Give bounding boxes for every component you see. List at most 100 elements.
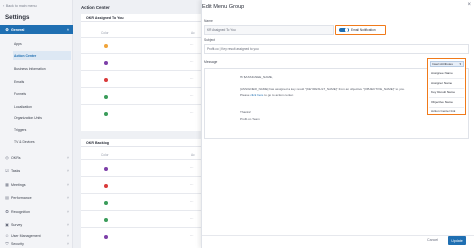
subject-label: Subject xyxy=(204,38,215,42)
sidebar-subitem-organization-units[interactable]: Organization Units xyxy=(13,113,71,122)
row-divider xyxy=(81,70,201,71)
message-greeting: Hi $ASSIGNEE_NAME, xyxy=(240,75,273,79)
row-action-icon[interactable]: ⋯ xyxy=(190,217,193,221)
row-action-icon[interactable]: ⋯ xyxy=(190,166,193,170)
email-notification-toggle[interactable]: Email Notification xyxy=(335,25,386,35)
column-header-action: Ac xyxy=(191,31,195,35)
subitem-label: Action Center xyxy=(14,53,37,58)
page-title: Action Center xyxy=(81,5,110,10)
row-action-icon[interactable]: ⋯ xyxy=(190,94,193,98)
color-swatch[interactable] xyxy=(104,61,108,65)
row-divider xyxy=(81,210,201,211)
row-divider xyxy=(81,87,201,88)
subitem-label: Funnels xyxy=(14,91,27,96)
column-header-color: Color xyxy=(101,153,109,157)
row-action-icon[interactable]: ⋯ xyxy=(190,60,193,64)
sidebar-item-recognition[interactable]: ✪ Recognition ˅ xyxy=(0,207,73,216)
sidebar-item-label: Recognition xyxy=(11,209,30,214)
footer-divider xyxy=(202,235,474,236)
insert-attributes-label: Insert Attributes xyxy=(432,61,453,66)
row-divider xyxy=(81,176,201,177)
row-divider xyxy=(81,53,201,54)
sidebar-item-meetings[interactable]: ▦ Meetings ˅ xyxy=(0,180,73,189)
attribute-option-assigner-name[interactable]: Assigner Name xyxy=(431,81,452,85)
color-swatch[interactable] xyxy=(104,78,108,82)
color-swatch[interactable] xyxy=(104,44,108,48)
name-input[interactable]: KR Assigned To You xyxy=(204,25,334,35)
color-swatch[interactable] xyxy=(104,167,108,171)
sidebar-item-label: Tasks xyxy=(11,168,21,173)
update-button[interactable]: Update xyxy=(448,236,466,245)
sidebar-subitem-localization[interactable]: Localization xyxy=(13,102,71,111)
sidebar-item-label: Security xyxy=(11,241,24,246)
attribute-option-action-center-link[interactable]: Action Center link xyxy=(431,109,455,113)
row-action-icon[interactable]: ⋯ xyxy=(190,111,193,115)
row-divider xyxy=(81,193,201,194)
edit-menu-group-panel: Edit Menu Group × Name KR Assigned To Yo… xyxy=(201,0,474,248)
sidebar-subitem-funnels[interactable]: Funnels xyxy=(13,89,71,98)
sidebar-subitem-tv-devices[interactable]: TV & Devices xyxy=(13,137,71,146)
sidebar-subitem-emails[interactable]: Emails xyxy=(13,77,71,86)
sidebar-item-user-management[interactable]: ☺ User Management ˅ xyxy=(0,232,73,239)
toggle-label: Email Notification xyxy=(351,28,376,32)
row-divider xyxy=(81,104,201,105)
color-swatch[interactable] xyxy=(104,235,108,239)
sidebar-item-security[interactable]: ⛉ Security ˅ xyxy=(0,239,73,248)
attribute-option-key-result-name[interactable]: Key Result Name xyxy=(431,90,455,94)
sidebar-item-tasks[interactable]: ☑ Tasks ˅ xyxy=(0,166,73,175)
sidebar-item-label: Survey xyxy=(11,222,23,227)
sidebar-item-label: Performance xyxy=(11,195,32,200)
row-action-icon[interactable]: ⋯ xyxy=(190,77,193,81)
chevron-down-icon: ˅ xyxy=(66,182,69,187)
sidebar-item-survey[interactable]: ▣ Survey ˅ xyxy=(0,220,73,229)
color-swatch[interactable] xyxy=(104,201,108,205)
subitem-label: Organization Units xyxy=(14,115,42,120)
sidebar-subitem-apps[interactable]: Apps xyxy=(13,39,71,48)
message-thanks: Thanks! xyxy=(240,110,252,114)
sidebar-subitem-triggers[interactable]: Triggers xyxy=(13,125,71,134)
sidebar-item-label: Meetings xyxy=(11,182,26,187)
sidebar-subitem-action-center[interactable]: Action Center xyxy=(13,51,71,60)
color-swatch[interactable] xyxy=(104,184,108,188)
subitem-label: Emails xyxy=(14,79,25,84)
insert-attributes-dropdown: Insert Attributes ▾ Assignee Name Assign… xyxy=(427,58,466,115)
sidebar-item-okrs[interactable]: ◎ OKRs ˅ xyxy=(0,153,73,162)
sidebar-subitem-business-information[interactable]: Business Information xyxy=(13,64,71,73)
attribute-option-assignee-name[interactable]: Assignee Name xyxy=(431,71,453,75)
row-action-icon[interactable]: ⋯ xyxy=(190,43,193,47)
section-header: OKR Backlog xyxy=(81,139,201,147)
sidebar-title: Settings xyxy=(5,14,30,21)
sidebar-item-performance[interactable]: ▤ Performance ˅ xyxy=(0,193,73,202)
shield-icon: ⛉ xyxy=(5,240,9,246)
toggle-switch[interactable] xyxy=(339,27,349,33)
name-input-value: KR Assigned To You xyxy=(207,28,236,32)
back-to-main-menu-link[interactable]: ‹ Back to main menu xyxy=(3,4,37,9)
subitem-label: Apps xyxy=(14,41,22,46)
subject-input[interactable]: Profit.co | Key result assigned to you xyxy=(204,44,469,54)
chevron-down-icon: ˅ xyxy=(66,209,69,214)
row-action-icon[interactable]: ⋯ xyxy=(190,183,193,187)
calendar-icon: ▦ xyxy=(5,181,9,187)
users-icon: ☺ xyxy=(4,232,10,238)
subitem-label: Business Information xyxy=(14,66,46,71)
close-icon[interactable]: × xyxy=(467,2,471,8)
row-action-icon[interactable]: ⋯ xyxy=(190,234,193,238)
message-body-line: [ASSIGNER_NAME] has assigned a key resul… xyxy=(240,87,405,91)
chevron-down-icon: ˅ xyxy=(66,168,69,173)
attribute-option-objective-name[interactable]: Objective Name xyxy=(431,100,453,104)
cancel-button[interactable]: Cancel xyxy=(427,238,438,242)
action-center-link[interactable]: click here xyxy=(250,93,263,97)
insert-attributes-button[interactable]: Insert Attributes ▾ xyxy=(429,60,464,67)
column-header-color: Color xyxy=(101,31,109,35)
row-divider xyxy=(81,159,201,160)
row-action-icon[interactable]: ⋯ xyxy=(190,200,193,204)
chevron-down-icon: ˅ xyxy=(66,155,69,160)
row-divider xyxy=(81,37,201,38)
color-swatch[interactable] xyxy=(104,95,108,99)
color-swatch[interactable] xyxy=(104,218,108,222)
sidebar-item-general[interactable]: ⚙ General ˄ xyxy=(0,25,73,34)
color-swatch[interactable] xyxy=(104,112,108,116)
chevron-down-icon: ˅ xyxy=(66,233,69,238)
chart-icon: ▤ xyxy=(5,194,9,200)
sidebar-item-label: General xyxy=(11,27,25,32)
